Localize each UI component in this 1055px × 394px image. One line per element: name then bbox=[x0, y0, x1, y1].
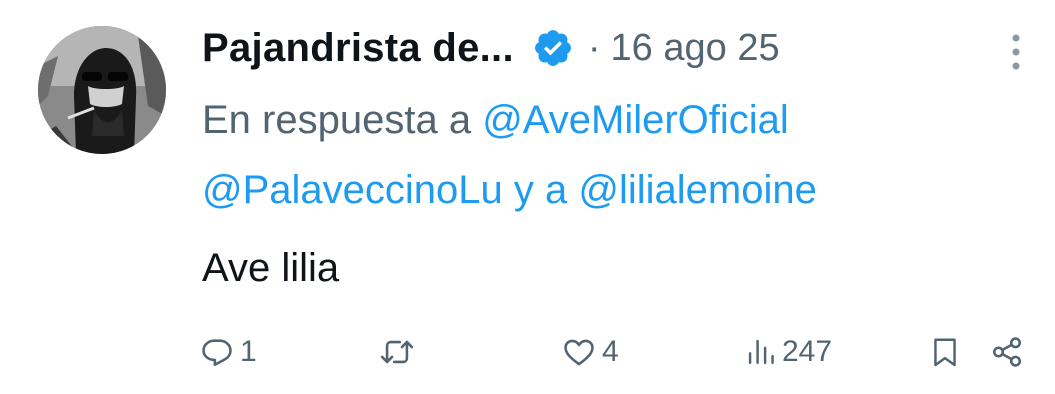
views-count: 247 bbox=[782, 335, 833, 368]
reply-context: En respuesta a @AveMilerOficial bbox=[202, 96, 789, 144]
action-bar: 1 4 247 bbox=[0, 330, 1055, 374]
reply-prefix: En respuesta a bbox=[202, 98, 472, 142]
retweet-icon bbox=[380, 340, 414, 364]
reply-context-continued: @PalaveccinoLu y a @lilialemoine bbox=[202, 166, 817, 214]
bar-chart-icon bbox=[748, 339, 774, 365]
verified-badge-icon[interactable] bbox=[532, 27, 574, 69]
reply-count: 1 bbox=[240, 335, 257, 368]
share-button[interactable] bbox=[990, 330, 1024, 374]
share-icon bbox=[992, 337, 1022, 367]
author-name[interactable]: Pajandrista de... bbox=[202, 26, 514, 71]
tweet-date[interactable]: 16 ago 25 bbox=[611, 27, 780, 70]
like-count: 4 bbox=[602, 335, 619, 368]
reply-user-link[interactable]: @PalaveccinoLu bbox=[202, 168, 503, 212]
heart-icon bbox=[564, 339, 594, 366]
reply-conjunction[interactable]: y a bbox=[514, 168, 567, 212]
tweet-header: Pajandrista de... · 16 ago 25 bbox=[202, 20, 780, 76]
like-button[interactable]: 4 bbox=[562, 330, 619, 374]
avatar-image bbox=[38, 26, 166, 154]
reply-button[interactable]: 1 bbox=[200, 330, 257, 374]
retweet-button[interactable] bbox=[378, 330, 422, 374]
reply-user-link[interactable]: @lilialemoine bbox=[578, 168, 816, 212]
tweet-text: Ave lilia bbox=[202, 246, 340, 290]
bookmark-button[interactable] bbox=[930, 330, 960, 374]
reply-user-link[interactable]: @AveMilerOficial bbox=[482, 98, 789, 142]
comment-icon bbox=[202, 339, 232, 367]
views-button[interactable]: 247 bbox=[746, 330, 832, 374]
separator-dot: · bbox=[587, 26, 601, 69]
bookmark-icon bbox=[934, 338, 956, 367]
avatar[interactable] bbox=[38, 26, 166, 154]
more-vertical-icon[interactable] bbox=[1004, 30, 1028, 74]
